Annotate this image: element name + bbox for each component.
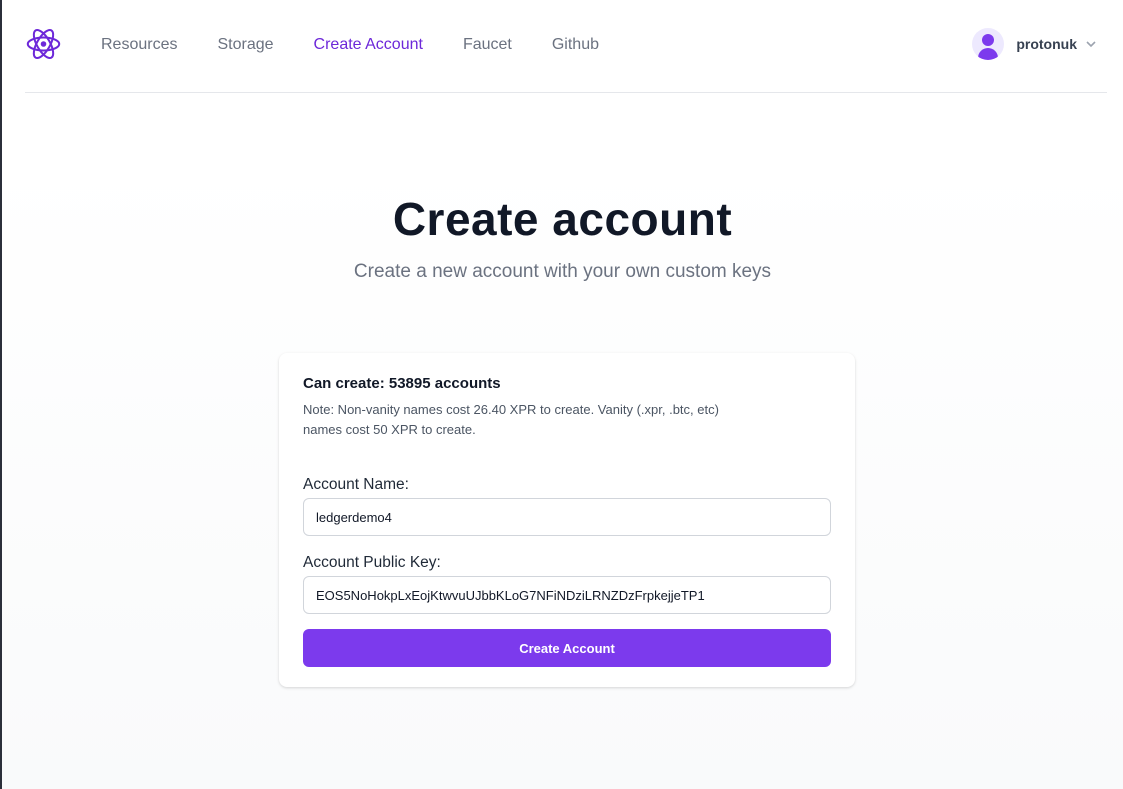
can-create-count: Can create: 53895 accounts [303,375,501,392]
username: protonuk [1016,36,1077,52]
cost-note: Note: Non-vanity names cost 26.40 XPR to… [303,402,719,437]
public-key-group: Account Public Key: [303,554,831,614]
main-content: Create account Create a new account with… [2,157,1123,789]
avatar [972,28,1005,60]
nav-create-account[interactable]: Create Account [314,36,423,54]
chevron-down-icon [1086,41,1096,48]
atom-icon[interactable] [25,24,62,64]
top-navbar: Resources Storage Create Account Faucet … [25,0,1107,93]
create-account-card: Can create: 53895 accounts Note: Non-van… [279,353,855,687]
nav-github[interactable]: Github [552,36,599,54]
nav-storage[interactable]: Storage [217,36,273,54]
user-menu[interactable]: protonuk [972,28,1097,60]
user-icon [982,34,995,46]
page-subtitle: Create a new account with your own custo… [353,261,772,282]
account-name-group: Account Name: [303,476,831,536]
page-title: Create account [392,193,733,245]
public-key-label: Account Public Key: [303,554,441,571]
account-name-label: Account Name: [303,476,409,493]
nav-faucet[interactable]: Faucet [463,36,512,54]
create-account-button[interactable]: Create Account [303,629,831,667]
nav-resources[interactable]: Resources [101,36,177,54]
account-name-input[interactable] [303,498,831,536]
main-nav: Resources Storage Create Account Faucet … [101,0,639,90]
public-key-input[interactable] [303,576,831,614]
